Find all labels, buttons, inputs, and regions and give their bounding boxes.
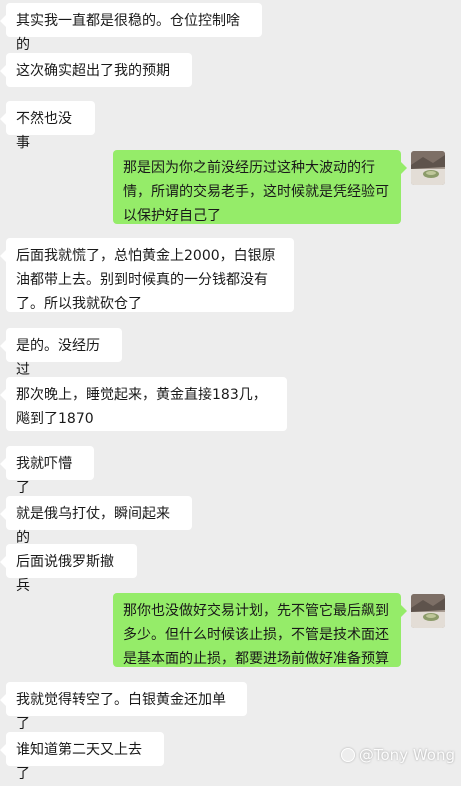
message-bubble[interactable]: 那你也没做好交易计划，先不管它最后飙到多少。但什么时候该止损，不管是技术面还是基… [113,593,407,667]
message-bubble[interactable]: 后面我就慌了，总怕黄金上2000，白银原油都带上去。别到时候真的一分钱都没有了。… [0,238,294,312]
message-bubble[interactable]: 我就吓懵了 [0,446,94,496]
message-bubble[interactable]: 这次确实超出了我的预期 [0,53,192,87]
message-bubble[interactable]: 其实我一直都是很稳的。仓位控制啥的 [0,3,262,53]
message-bubble[interactable]: 就是俄乌打仗，瞬间起来的 [0,496,192,546]
message-bubble[interactable]: 那次晚上，睡觉起来，黄金直接183几，飚到了1870 [0,377,287,431]
message-bubble[interactable]: 谁知道第二天又上去了 [0,732,164,782]
message-bubble[interactable]: 我就觉得转空了。白银黄金还加单了 [0,682,247,732]
avatar[interactable] [411,594,445,628]
message-bubble[interactable]: 不然也没事 [0,101,95,151]
message-bubble[interactable]: 那是因为你之前没经历过这种大波动的行情，所谓的交易老手，这时候就是凭经验可以保护… [113,150,407,224]
message-bubble[interactable]: 是的。没经历过 [0,328,122,378]
zhihu-logo-icon [340,748,355,762]
landscape-photo-avatar-icon [411,594,445,628]
watermark-text: @Tony Wong [358,746,455,764]
landscape-photo-avatar-icon [411,151,445,185]
message-bubble[interactable]: 后面说俄罗斯撤兵 [0,544,137,594]
watermark: @Tony Wong [340,746,455,764]
avatar[interactable] [411,151,445,185]
